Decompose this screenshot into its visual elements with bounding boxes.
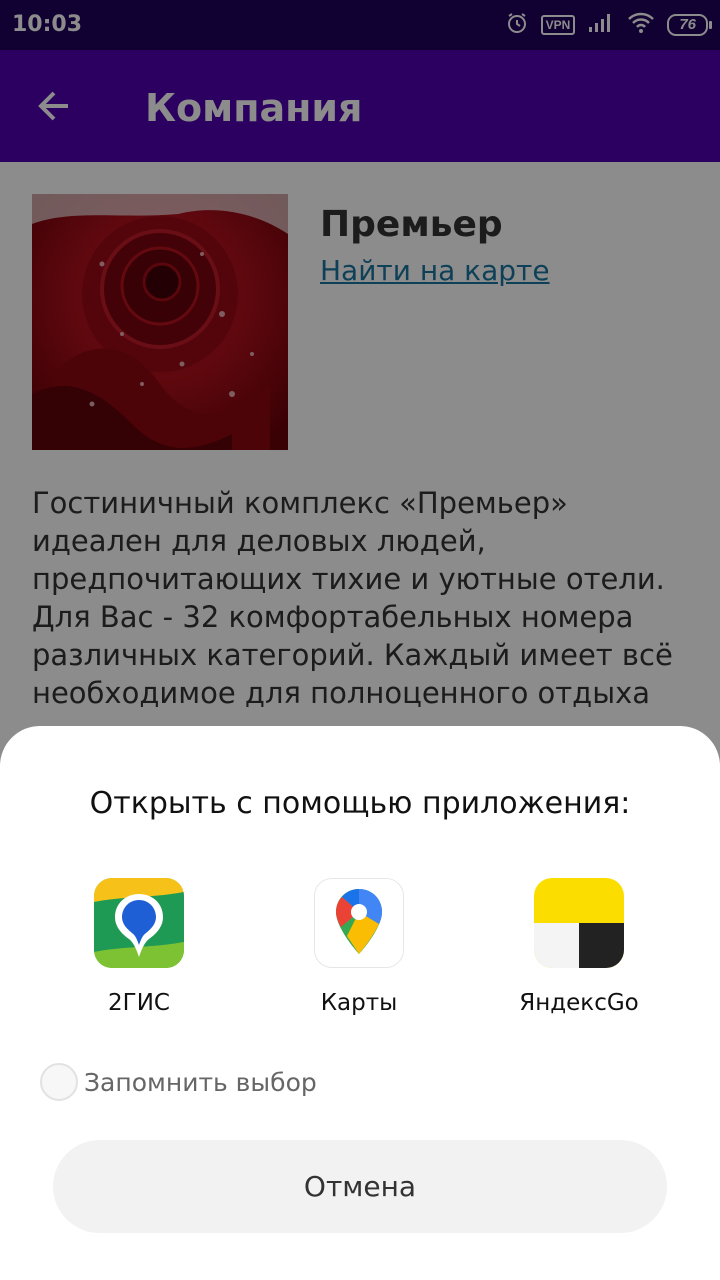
cancel-button[interactable]: Отмена: [53, 1140, 667, 1233]
remember-choice[interactable]: Запомнить выбор: [40, 1062, 317, 1102]
app-option-yandexgo[interactable]: ЯндексGo: [469, 878, 689, 1016]
app-label: ЯндексGo: [519, 990, 639, 1016]
2gis-icon: [94, 878, 184, 968]
app-label: 2ГИС: [108, 990, 170, 1016]
yandex-go-icon: [534, 878, 624, 968]
app-option-maps[interactable]: Карты: [249, 878, 469, 1016]
sheet-title: Открыть с помощью приложения:: [89, 786, 631, 821]
remember-radio[interactable]: [40, 1063, 78, 1101]
open-with-sheet: Открыть с помощью приложения: 2ГИС Карты…: [0, 726, 720, 1280]
google-maps-icon: [314, 878, 404, 968]
remember-label: Запомнить выбор: [84, 1067, 317, 1097]
app-label: Карты: [320, 990, 398, 1016]
app-option-2gis[interactable]: 2ГИС: [29, 878, 249, 1016]
